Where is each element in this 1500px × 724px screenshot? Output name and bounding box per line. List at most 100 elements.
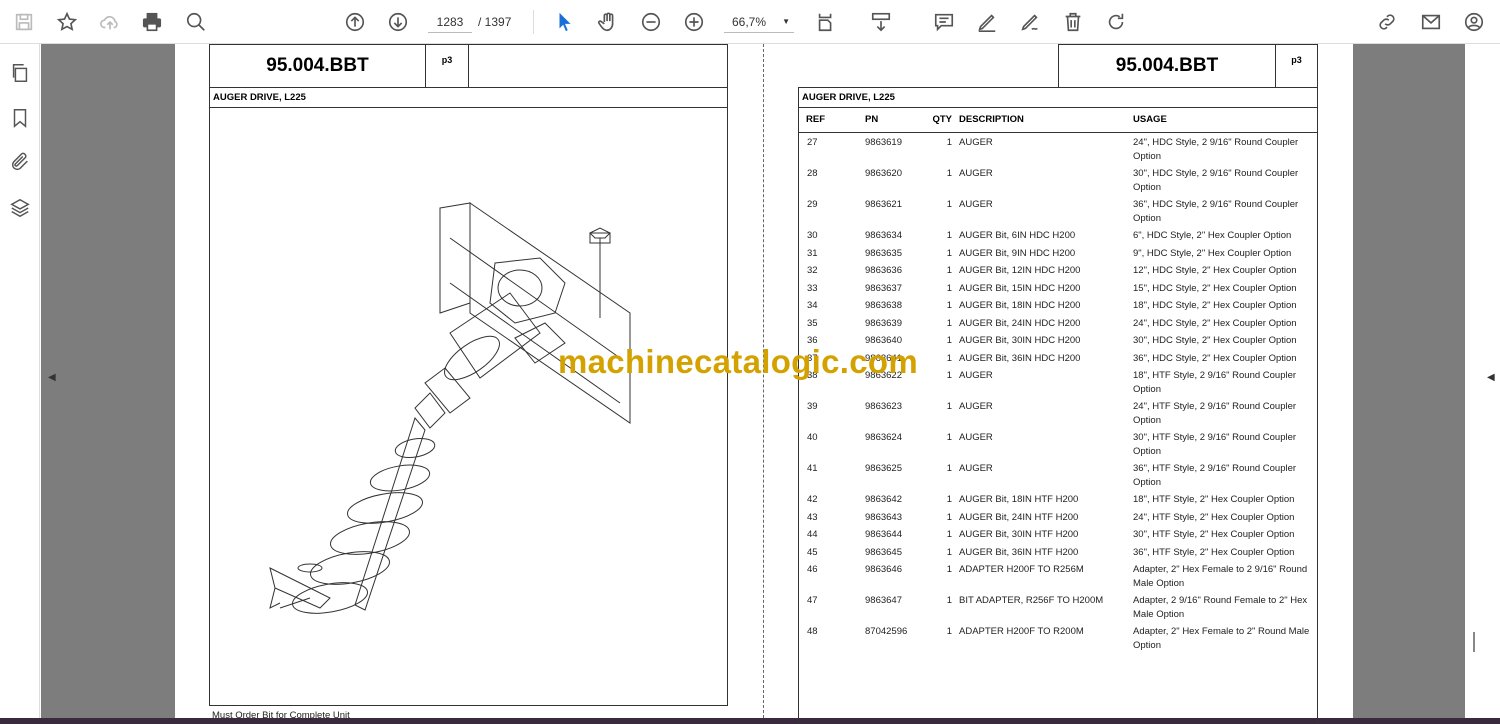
cell-usage: 24", HTF Style, 2" Hex Coupler Option [1133,511,1295,523]
cell-usage: 12", HDC Style, 2" Hex Coupler Option [1133,265,1297,276]
right-page-code: 95.004.BBT [1058,44,1276,88]
col-pn: PN [865,114,879,125]
cell-qty: 1 [946,265,952,276]
cell-qty: 1 [946,370,952,381]
table-row: 43 9863643 1 AUGER Bit, 24IN HTF H200 24", H… [799,508,1317,526]
delete-icon[interactable] [1059,8,1087,36]
page-down-icon[interactable] [384,8,412,36]
comment-icon[interactable] [930,8,958,36]
fit-page-icon[interactable] [812,8,840,36]
page-number-input[interactable]: 1283 [428,11,472,33]
cell-qty: 1 [946,300,952,311]
hand-icon[interactable] [594,8,622,36]
cell-desc: AUGER [959,401,993,412]
search-icon[interactable] [182,8,210,36]
cell-pn: 9863625 [865,463,902,474]
cell-desc: AUGER Bit, 6IN HDC H200 [959,230,1076,241]
cell-desc: AUGER Bit, 12IN HDC H200 [959,265,1081,276]
table-row: 47 9863647 1 BIT ADAPTER, R256F TO H200M Ada… [799,591,1317,622]
cell-pn: 9863619 [865,137,902,148]
table-row: 31 9863635 1 AUGER Bit, 9IN HDC H200 9", HDC… [799,244,1317,262]
highlight-icon[interactable] [973,8,1001,36]
left-page-code: 95.004.BBT [209,44,426,88]
expand-right-arrow-icon[interactable]: ◀ [1487,372,1495,383]
table-row: 35 9863639 1 AUGER Bit, 24IN HDC H200 24", H… [799,314,1317,332]
right-page-tag: p3 [1275,44,1318,88]
zoom-level-value: 66,7% [732,15,767,29]
page-up-icon[interactable] [341,8,369,36]
cell-usage: 6", HDC Style, 2" Hex Coupler Option [1133,230,1292,241]
toolbar: 1283 / 1397 66,7% ▼ [0,0,1500,44]
cell-usage: 15", HDC Style, 2" Hex Coupler Option [1133,282,1297,294]
print-icon[interactable] [138,8,166,36]
cell-ref: 46 [807,564,818,575]
bookmark-icon[interactable] [9,107,31,129]
parts-table: REF PN QTY DESCRIPTION USAGE 27 9863619 1 A… [798,107,1318,724]
cell-desc: AUGER [959,432,993,443]
cell-usage: 30", HDC Style, 2" Hex Coupler Option [1133,335,1297,346]
select-cursor-icon[interactable] [551,8,579,36]
cell-desc: AUGER [959,168,993,179]
table-row: 30 9863634 1 AUGER Bit, 6IN HDC H200 6", HDC… [799,226,1317,244]
table-row: 32 9863636 1 AUGER Bit, 12IN HDC H200 12", H… [799,261,1317,279]
rotate-icon[interactable] [1102,8,1130,36]
cell-pn: 9863635 [865,247,902,259]
cell-qty: 1 [946,546,952,558]
cell-pn: 9863623 [865,401,902,412]
cell-pn: 9863639 [865,317,902,329]
cell-pn: 9863646 [865,564,902,575]
table-row: 48 87042596 1 ADAPTER H200F TO R200M Adapter… [799,622,1317,653]
cell-desc: ADAPTER H200F TO R256M [959,564,1084,575]
cell-usage: 24", HDC Style, 2 9/16" Round Coupler Op… [1133,137,1299,162]
pages-icon[interactable] [9,62,31,84]
cell-usage: 30", HDC Style, 2 9/16" Round Coupler Op… [1133,168,1299,193]
scrollbar-thumb[interactable] [1473,632,1475,652]
link-icon[interactable] [1373,8,1401,36]
cell-usage: Adapter, 2" Hex Female to 2 9/16" Round … [1133,564,1308,589]
cell-ref: 39 [807,401,818,412]
cell-qty: 1 [946,168,952,179]
account-icon[interactable] [1460,8,1488,36]
sign-icon[interactable] [1016,8,1044,36]
cell-qty: 1 [946,230,952,241]
layers-icon[interactable] [9,197,31,219]
cell-qty: 1 [946,564,952,575]
collapse-left-arrow-icon[interactable]: ◀ [48,372,56,383]
attachment-icon[interactable] [9,151,31,173]
cell-usage: 30", HTF Style, 2" Hex Coupler Option [1133,529,1295,540]
cell-pn: 87042596 [865,626,908,637]
cell-usage: Adapter, 2 9/16" Round Female to 2" Hex … [1133,595,1308,620]
cell-usage: 18", HTF Style, 2 9/16" Round Coupler Op… [1133,370,1297,395]
cell-pn: 9863642 [865,494,902,505]
scroll-mode-icon[interactable] [867,8,895,36]
upload-cloud-icon[interactable] [96,8,124,36]
col-qty: QTY [932,114,952,125]
col-usage: USAGE [1133,114,1167,125]
table-row: 45 9863645 1 AUGER Bit, 36IN HTF H200 36", H… [799,543,1317,561]
cell-desc: ADAPTER H200F TO R200M [959,626,1084,637]
table-row: 29 9863621 1 AUGER 36", HDC Style, 2 9/16" R… [799,195,1317,226]
cell-qty: 1 [946,199,952,210]
cell-pn: 9863644 [865,529,902,540]
cell-desc: AUGER Bit, 24IN HTF H200 [959,511,1079,523]
cell-pn: 9863636 [865,265,902,276]
email-icon[interactable] [1417,8,1445,36]
table-body: 27 9863619 1 AUGER 24", HDC Style, 2 9/16" R… [799,133,1317,653]
cell-desc: AUGER Bit, 18IN HTF H200 [959,494,1079,505]
cell-ref: 27 [807,137,818,148]
cell-ref: 43 [807,511,818,523]
cell-ref: 31 [807,247,818,259]
zoom-out-icon[interactable] [637,8,665,36]
table-row: 39 9863623 1 AUGER 24", HTF Style, 2 9/16" R… [799,397,1317,428]
auger-drive-illustration [269,202,631,614]
table-row: 33 9863637 1 AUGER Bit, 15IN HDC H200 15", H… [799,279,1317,297]
save-icon[interactable] [10,8,38,36]
zoom-in-icon[interactable] [680,8,708,36]
cell-usage: Adapter, 2" Hex Female to 2" Round Male … [1133,626,1310,651]
cell-desc: AUGER Bit, 30IN HTF H200 [959,529,1079,540]
zoom-level-select[interactable]: 66,7% ▼ [724,11,794,33]
col-desc: DESCRIPTION [959,114,1024,125]
cell-qty: 1 [946,463,952,474]
cell-ref: 42 [807,494,818,505]
bookmark-star-icon[interactable] [53,8,81,36]
